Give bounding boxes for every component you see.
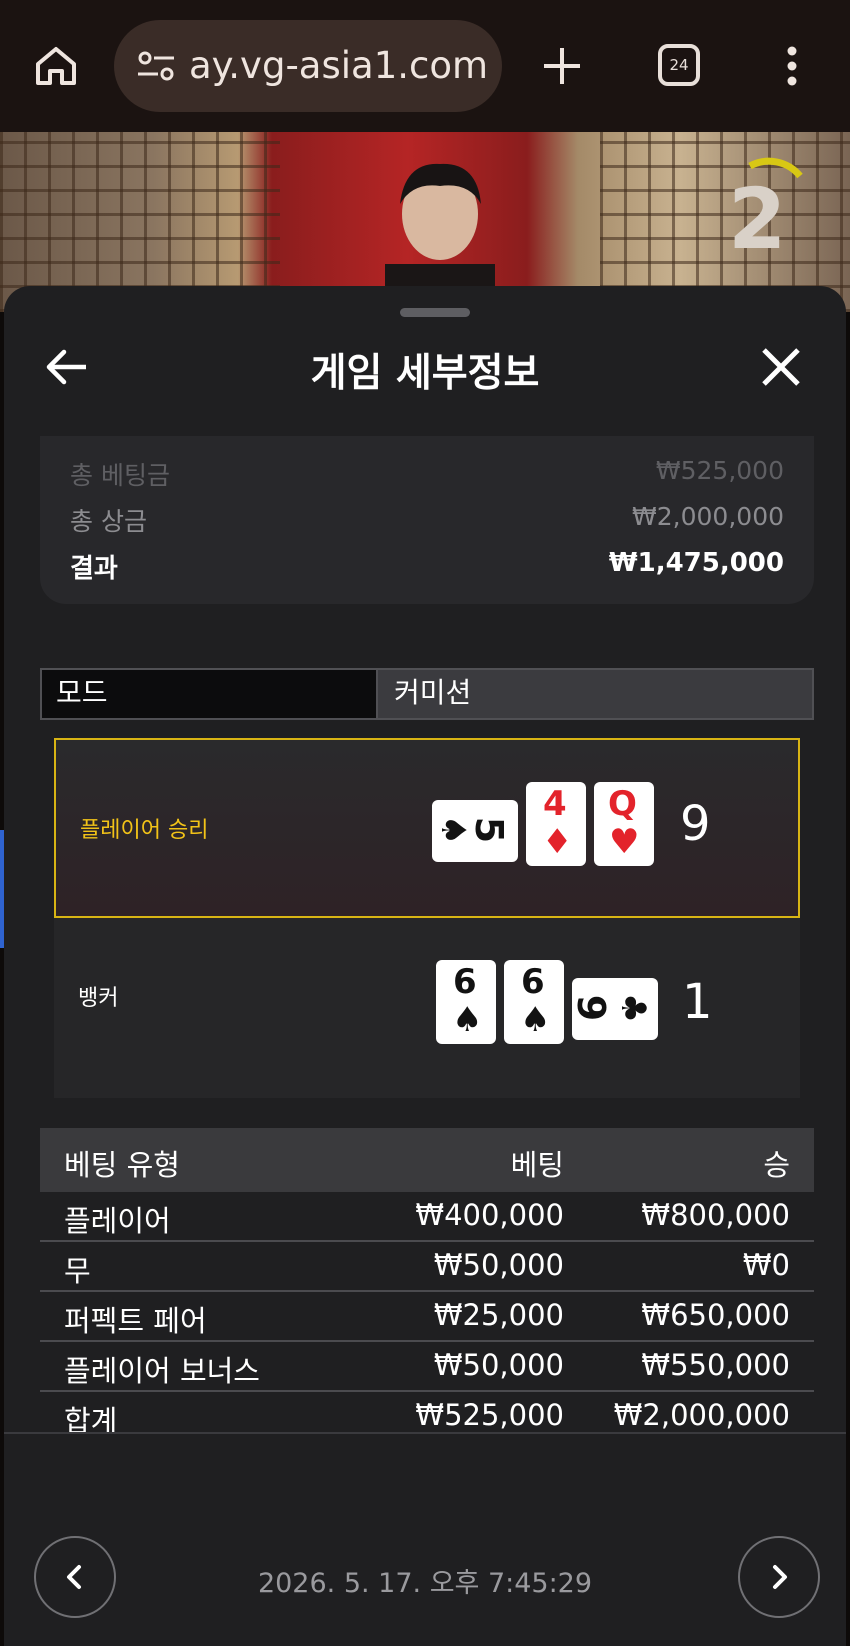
url-text[interactable]: ay.vg-asia1.com: [189, 44, 488, 87]
banker-label: 뱅커: [78, 986, 119, 1011]
card-suit: ♦: [542, 822, 573, 862]
home-icon[interactable]: [34, 44, 78, 88]
bet-amount-cell: ₩50,000: [433, 1348, 564, 1382]
lattice-decoration-left: [0, 132, 280, 312]
summary-label: 총 상금: [70, 507, 147, 536]
bet-type-cell: 무: [64, 1254, 91, 1288]
tab-switcher-icon[interactable]: 24: [658, 44, 700, 86]
win-amount-cell: ₩800,000: [641, 1198, 790, 1232]
playing-card: ♠ 5: [432, 800, 518, 862]
table-row: 플레이어 보너스 ₩50,000 ₩550,000: [40, 1342, 814, 1392]
sheet-title: 게임 세부정보: [310, 351, 540, 396]
chevron-right-icon: [773, 1565, 787, 1589]
header-win: 승: [763, 1148, 790, 1182]
win-amount-cell: ₩550,000: [641, 1348, 790, 1382]
table-row: 무 ₩50,000 ₩0: [40, 1242, 814, 1292]
new-tab-plus-icon[interactable]: [540, 44, 584, 88]
live-video-stream: 2: [0, 132, 850, 312]
game-datetime: 2026. 5. 17. 오후 7:45:29: [257, 1568, 593, 1599]
mode-label: 모드: [40, 668, 378, 720]
summary-value: ₩1,475,000: [608, 548, 784, 578]
player-hand-panel: 플레이어 승리 ♠ 5 4 ♦ Q ♥ 9: [54, 738, 800, 918]
commission-label: 커미션: [378, 668, 814, 720]
browser-toolbar: ay.vg-asia1.com 24: [0, 0, 850, 132]
bet-type-cell: 플레이어: [64, 1204, 171, 1238]
bets-table-header: 베팅 유형 베팅 승: [40, 1128, 814, 1192]
banker-score: 1: [682, 974, 713, 1030]
playing-card: 6 ♠: [504, 960, 564, 1044]
bet-amount-cell: ₩525,000: [415, 1398, 564, 1432]
tab-count: 24: [669, 56, 689, 74]
win-amount-cell: ₩0: [742, 1248, 790, 1282]
playing-card: 4 ♦: [526, 782, 586, 866]
game-details-sheet: 게임 세부정보 총 베팅금 ₩525,000 총 상금 ₩2,000,000 결…: [4, 286, 846, 1646]
card-rank: 5: [467, 816, 512, 844]
summary-label: 총 베팅금: [70, 461, 170, 490]
card-rank: 4: [543, 784, 567, 824]
banker-hand-panel: 뱅커 6 ♠ 6 ♠ 9 ♣ 1: [54, 918, 800, 1098]
bet-amount-cell: ₩50,000: [433, 1248, 564, 1282]
bet-amount-cell: ₩25,000: [433, 1298, 564, 1332]
bet-type-cell: 플레이어 보너스: [64, 1354, 260, 1388]
summary-value: ₩2,000,000: [632, 502, 784, 531]
player-result-label: 플레이어 승리: [80, 818, 209, 843]
close-icon[interactable]: [758, 344, 804, 390]
card-rank: 6: [521, 962, 545, 1002]
playing-card: 9 ♣: [569, 978, 658, 1040]
mode-bar: 모드 커미션: [40, 668, 814, 720]
card-rank: 6: [453, 962, 477, 1002]
summary-label: 결과: [70, 554, 118, 584]
countdown-number: 2: [728, 170, 787, 268]
header-bet: 베팅: [510, 1148, 564, 1182]
header-bet-type: 베팅 유형: [64, 1148, 180, 1182]
card-suit: ♥: [609, 822, 640, 862]
win-amount-cell: ₩650,000: [641, 1298, 790, 1332]
bet-amount-cell: ₩400,000: [415, 1198, 564, 1232]
card-rank: Q: [608, 784, 637, 824]
sheet-drag-handle[interactable]: [400, 308, 470, 317]
table-total-row: 합계 ₩525,000 ₩2,000,000: [40, 1392, 814, 1442]
player-score: 9: [680, 796, 711, 852]
next-game-button[interactable]: [738, 1536, 820, 1618]
playing-card: 6 ♠: [436, 960, 496, 1044]
footer-divider: [4, 1432, 846, 1434]
address-bar[interactable]: ay.vg-asia1.com: [114, 20, 502, 112]
overflow-menu-icon[interactable]: [784, 46, 800, 86]
playing-card: Q ♥: [594, 782, 654, 866]
card-suit: ♠: [452, 1000, 483, 1040]
card-suit: ♣: [613, 992, 654, 1024]
bet-type-cell: 퍼펙트 페어: [64, 1304, 207, 1338]
table-row: 퍼펙트 페어 ₩25,000 ₩650,000: [40, 1292, 814, 1342]
summary-value: ₩525,000: [655, 456, 784, 485]
card-rank: 9: [569, 994, 614, 1022]
site-settings-icon[interactable]: [136, 50, 176, 82]
bet-summary: 총 베팅금 ₩525,000 총 상금 ₩2,000,000 결과 ₩1,475…: [40, 436, 814, 604]
table-row: 플레이어 ₩400,000 ₩800,000: [40, 1192, 814, 1242]
win-amount-cell: ₩2,000,000: [613, 1398, 790, 1432]
card-suit: ♠: [520, 1000, 551, 1040]
